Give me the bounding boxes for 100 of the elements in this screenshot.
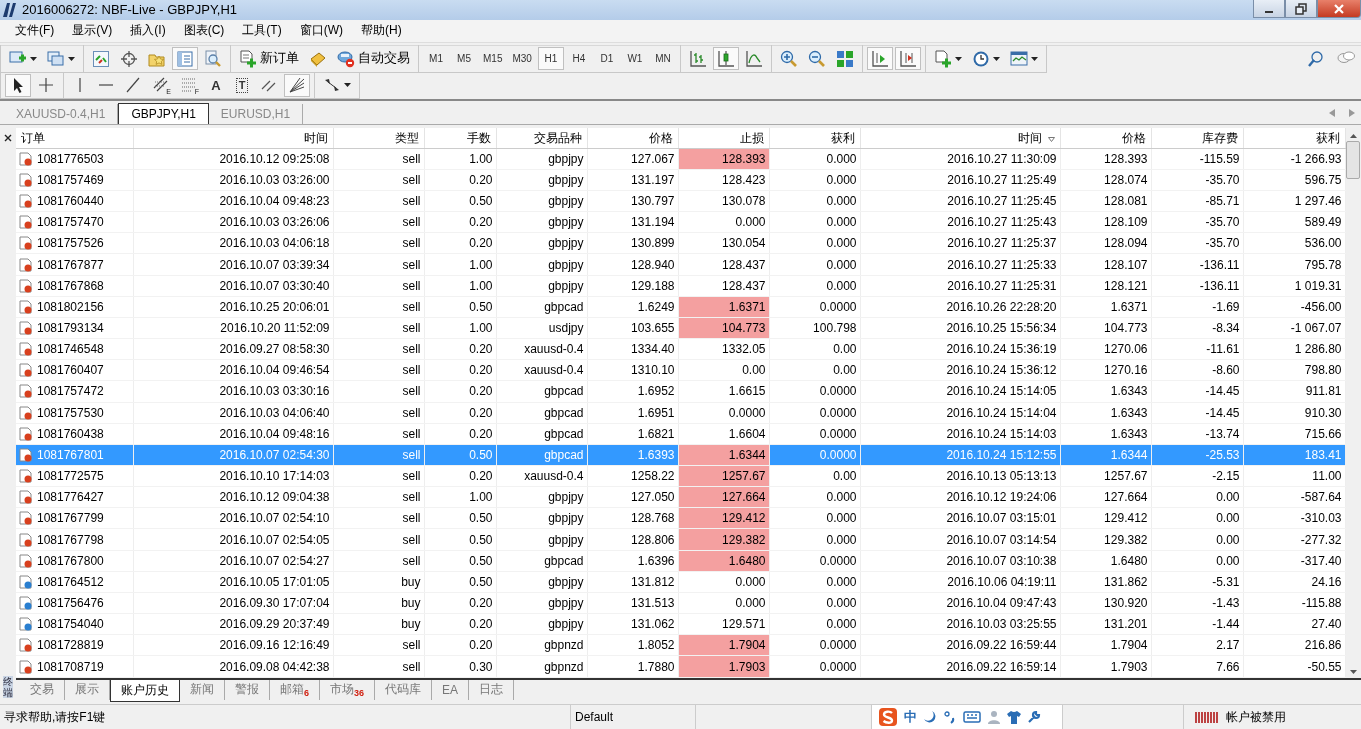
column-header[interactable]: 手数 [424,127,496,149]
panel-tab[interactable]: 账户历史 [110,679,180,702]
table-cell: 1.6343 [1060,380,1151,403]
table-row[interactable]: 1081757470 2016.10.03 03:26:06 sell 0.20 gbpjpy 131.194 0.000 0.000 2016.10.27 11:25:43 128.109 -35.70 589.49 [16,211,1345,233]
text-tool-button[interactable]: A [204,73,228,97]
table-row[interactable]: 1081793134 2016.10.20 11:52:09 sell 1.00 usdjpy 103.655 104.773 100.798 2016.10.25 15:56:34 104.773 -8.34 -1 067.07 [16,317,1345,339]
panel-tab[interactable]: 代码库 [375,679,433,700]
table-cell: xauusd-0.4 [496,338,587,360]
table-cell: 0.000 [769,275,860,297]
wrench-icon[interactable] [1027,710,1041,725]
table-row[interactable]: 1081764512 2016.10.05 17:01:05 buy 0.50 gbpjpy 131.812 0.000 0.000 2016.10.06 04:19:11 131.862 -5.31 24.16 [16,571,1345,593]
panel-tab[interactable]: 警报 [225,679,270,700]
menu-item[interactable]: 窗口(W) [290,22,352,40]
table-row[interactable]: 1081802156 2016.10.25 20:06:01 sell 0.50 gbpcad 1.6249 1.6371 0.0000 2016.10.26 22:28:20 1.6371 -1.69 -456.00 [16,296,1345,318]
new-order-button[interactable]: 新订单 [235,47,303,71]
clock-icon [971,49,990,68]
chart-tab[interactable]: GBPJPY,H1 [118,102,209,124]
table-row[interactable]: 1081756476 2016.09.30 17:07:04 buy 0.20 gbpjpy 131.513 0.000 0.000 2016.10.04 09:47:43 130.920 -1.43 -115.88 [16,592,1345,614]
minimize-button[interactable] [1253,0,1285,18]
table-row[interactable]: 1081776503 2016.10.12 09:25:08 sell 1.00 gbpjpy 127.067 128.393 0.000 2016.10.27 11:30:09 128.393 -115.59 -1 266.93 [16,148,1345,170]
menu-item[interactable]: 图表(C) [174,22,234,40]
restore-button[interactable] [1285,0,1317,18]
table-row[interactable]: 1081767798 2016.10.07 02:54:05 sell 0.50 gbpjpy 128.806 129.382 0.000 2016.10.07 03:14:54 129.382 0.00 -277.32 [16,528,1345,551]
timeframe-button[interactable]: M5 [451,47,477,71]
column-header[interactable]: 时间 [860,127,1060,149]
panel-tab[interactable]: 市场$_{36}$ [320,679,376,700]
panel-tab[interactable]: 日志 [469,679,515,700]
timeframe-button[interactable]: M15 [479,47,507,71]
table-cell: 0.000 [769,169,860,191]
table-row[interactable]: 1081757472 2016.10.03 03:30:16 sell 0.20 gbpcad 1.6952 1.6615 0.0000 2016.10.24 15:14:05 1.6343 -14.45 911.81 [16,380,1345,403]
table-row[interactable]: 1081757526 2016.10.03 04:06:18 sell 0.20 gbpjpy 130.899 130.054 0.000 2016.10.27 11:25:37 128.094 -35.70 536.00 [16,232,1345,254]
table-cell: 2016.10.27 11:25:37 [860,232,1060,254]
keyboard-icon[interactable] [963,710,981,725]
menu-item[interactable]: 文件(F) [6,22,64,40]
table-row[interactable]: 1081746548 2016.09.27 08:58:30 sell 0.20 xauusd-0.4 1334.40 1332.05 0.00 2016.10.24 15:36:19 1270.06 -11.61 1 286.80 [16,338,1345,360]
menu-item[interactable]: 工具(T) [233,22,291,40]
toolbar-button[interactable] [284,73,310,97]
table-row[interactable]: 1081776427 2016.10.12 09:04:38 sell 1.00 gbpjpy 127.050 127.664 0.000 2016.10.12 19:24:06 127.664 0.00 -587.64 [16,486,1345,508]
table-row[interactable]: 1081767868 2016.10.07 03:30:40 sell 1.00 gbpjpy 129.188 128.437 0.000 2016.10.27 11:25:31 128.121 -136.11 1 019.31 [16,275,1345,297]
scroll-left-icon[interactable] [1329,108,1335,117]
close-button[interactable] [1317,0,1361,18]
panel-tab[interactable]: 新闻 [180,679,225,700]
ime-mode[interactable]: 中 [904,708,917,727]
menu-item[interactable]: 插入(I) [121,22,175,40]
table-cell: 0.50 [424,296,496,318]
table-cell: 1.6480 [1060,550,1151,572]
table-cell: 1270.06 [1060,338,1151,360]
column-header[interactable]: 价格 [587,127,678,149]
order-number: 1081767801 [37,447,104,462]
timeframe-button[interactable]: W1 [621,47,648,71]
menu-item[interactable]: 帮助(H) [352,22,411,40]
timeframe-button[interactable]: M1 [423,47,449,71]
table-row[interactable]: 1081754040 2016.09.29 20:37:49 buy 0.20 gbpjpy 131.062 129.571 0.000 2016.10.03 03:25:55 131.201 -1.44 27.40 [16,613,1345,635]
column-header[interactable]: 获利 [1243,127,1345,149]
column-header[interactable]: 库存费 [1151,127,1243,149]
table-row[interactable]: 1081772575 2016.10.10 17:14:03 sell 0.20 xauusd-0.4 1258.22 1257.67 0.00 2016.10.13 05:13:13 1257.67 -2.15 11.00 [16,465,1345,487]
label-tool-button[interactable]: T [230,73,254,97]
table-row[interactable]: 1081767800 2016.10.07 02:54:27 sell 0.50 gbpcad 1.6396 1.6480 0.0000 2016.10.07 03:10:38 1.6480 0.00 -317.40 [16,550,1345,572]
scroll-right-icon[interactable] [1349,108,1355,117]
table-row[interactable]: 1081767801 2016.10.07 02:54:30 sell 0.50 gbpcad 1.6393 1.6344 0.0000 2016.10.24 15:12:55 1.6344 -25.53 183.41 [16,444,1345,466]
column-header[interactable]: 交易品种 [496,127,587,149]
close-icon[interactable] [4,133,12,142]
shirt-icon[interactable] [1007,710,1021,725]
table-cell: gbpjpy [496,571,587,593]
moon-icon[interactable] [923,710,937,725]
column-header[interactable]: 类型 [333,127,424,149]
scroll-down-icon[interactable] [1349,669,1357,674]
scrollbar-thumb[interactable] [1346,140,1361,179]
order-number: 1081760407 [37,363,104,378]
menu-item[interactable]: 显示(V) [63,22,122,40]
table-row[interactable]: 1081760438 2016.10.04 09:48:16 sell 0.20 gbpcad 1.6821 1.6604 0.0000 2016.10.24 15:14:03 1.6343 -13.74 715.66 [16,423,1345,445]
timeframe-button[interactable]: H4 [565,47,592,71]
table-cell: 127.067 [587,148,678,170]
column-header[interactable]: 价格 [1060,127,1151,149]
column-header[interactable]: 时间 [133,127,333,149]
table-row[interactable]: 1081757469 2016.10.03 03:26:00 sell 0.20 gbpjpy 131.197 128.423 0.000 2016.10.27 11:25:49 128.074 -35.70 596.75 [16,169,1345,191]
auto-trading-button[interactable]: 自动交易 [333,47,414,71]
panel-tab[interactable]: 邮箱$_{6}$ [270,679,320,700]
table-row[interactable]: 1081760407 2016.10.04 09:46:54 sell 0.20 xauusd-0.4 1310.10 0.00 0.00 2016.10.24 15:36:12 1270.16 -8.60 798.80 [16,359,1345,381]
panel-tab[interactable]: EA [432,679,470,700]
user-icon[interactable] [987,710,1001,725]
timeframe-button[interactable]: H1 [537,47,564,71]
vertical-line-icon [79,78,81,93]
timeframe-button[interactable]: D1 [593,47,620,71]
scroll-up-icon[interactable] [1349,133,1357,138]
column-header[interactable]: 订单 [16,127,133,149]
table-row[interactable]: 1081767877 2016.10.07 03:39:34 sell 1.00 gbpjpy 128.940 128.437 0.000 2016.10.27 11:25:33 128.107 -136.11 795.78 [16,253,1345,276]
punctuation-icon[interactable] [943,710,957,725]
ime-logo-icon[interactable] [878,707,898,728]
timeframe-button[interactable]: MN [649,47,676,71]
column-header[interactable]: 获利 [769,127,860,149]
toolbar-button[interactable] [5,73,31,97]
table-row[interactable]: 1081728819 2016.09.16 12:16:49 sell 0.20 gbpnzd 1.8052 1.7904 0.0000 2016.09.22 16:59:44 1.7904 2.17 216.86 [16,634,1345,656]
table-row[interactable]: 1081708719 2016.09.08 04:42:38 sell 0.30 gbpnzd 1.7880 1.7903 0.0000 2016.09.22 16:59:14 1.7903 7.66 -50.55 [16,655,1345,678]
panel-tab[interactable]: 交易 [20,679,65,700]
column-header[interactable]: 止损 [678,127,769,149]
table-row[interactable]: 1081760440 2016.10.04 09:48:23 sell 0.50 gbpjpy 130.797 130.078 0.000 2016.10.27 11:25:45 128.081 -85.71 1 297.46 [16,190,1345,212]
table-row[interactable]: 1081767799 2016.10.07 02:54:10 sell 0.50 gbpjpy 128.768 129.412 0.000 2016.10.07 03:15:01 129.412 0.00 -310.03 [16,507,1345,529]
timeframe-button[interactable]: M30 [508,47,536,71]
table-row[interactable]: 1081757530 2016.10.03 04:06:40 sell 0.20 gbpcad 1.6951 0.0000 0.0000 2016.10.24 15:14:04 1.6343 -14.45 910.30 [16,402,1345,424]
